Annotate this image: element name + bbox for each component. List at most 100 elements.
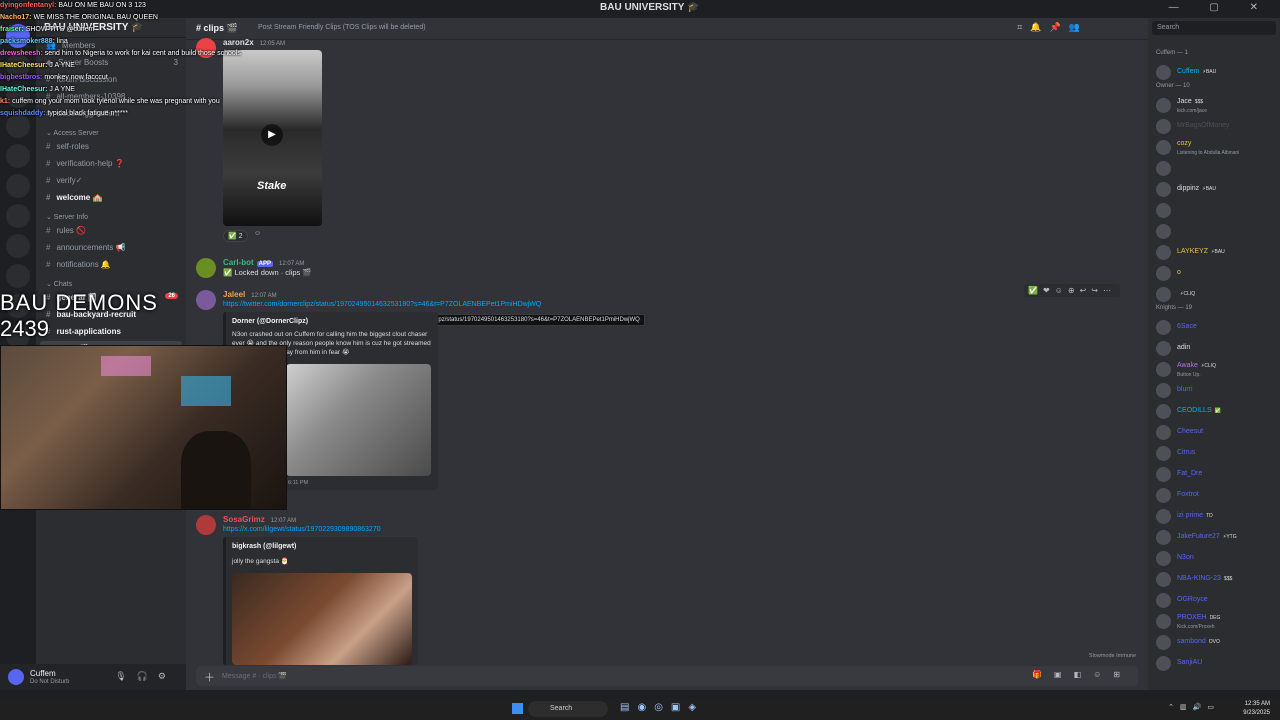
- channel-item[interactable]: # self-roles: [36, 139, 186, 156]
- member-item[interactable]: N3on: [1148, 548, 1280, 569]
- forward-icon[interactable]: ↪: [1091, 286, 1103, 295]
- member-item[interactable]: Cuffem ⚡BAU: [1148, 62, 1280, 83]
- author-name[interactable]: Jaleel: [223, 290, 245, 299]
- windows-start-icon[interactable]: [512, 703, 523, 714]
- chevron-up-icon[interactable]: ⌃: [1168, 704, 1180, 711]
- server-icon[interactable]: [6, 264, 30, 288]
- message-author[interactable]: Jaleel 12:07 AM: [223, 290, 277, 299]
- home-server-icon[interactable]: [6, 24, 30, 48]
- server-boosts-link[interactable]: ◆ Server Boosts 3: [36, 55, 186, 72]
- channel-category[interactable]: ⌄ Access Server: [36, 123, 186, 139]
- author-name[interactable]: Carl-bot: [223, 258, 254, 267]
- channel-item[interactable]: # verification-help ❓: [36, 156, 186, 173]
- channel-item[interactable]: # verify✓: [36, 173, 186, 190]
- check-icon[interactable]: ✅: [1028, 286, 1043, 295]
- message-input[interactable]: [222, 669, 922, 683]
- server-icon[interactable]: [6, 234, 30, 258]
- members-link[interactable]: 👥 Members: [36, 38, 186, 55]
- member-item[interactable]: CEODILLS ✅: [1148, 401, 1280, 422]
- play-icon[interactable]: ▶: [261, 124, 283, 146]
- avatar[interactable]: [196, 38, 216, 58]
- clock[interactable]: 12:35 AM 9/23/2025: [1243, 700, 1270, 718]
- member-item[interactable]: sambond OVO: [1148, 632, 1280, 653]
- maximize-button[interactable]: ▢: [1209, 2, 1232, 13]
- member-item[interactable]: dippinz ⚡BAU: [1148, 179, 1280, 200]
- reaction[interactable]: ✅ 2: [223, 230, 248, 242]
- member-item[interactable]: Cheesut: [1148, 422, 1280, 443]
- channel-item[interactable]: # discord.gg/cuffem: [36, 106, 186, 123]
- channel-item[interactable]: # announcements 📢: [36, 240, 186, 257]
- apps-icon[interactable]: ⊞: [1113, 670, 1132, 679]
- avatar[interactable]: [196, 258, 216, 278]
- member-item[interactable]: [1148, 200, 1280, 221]
- more-icon[interactable]: ⋯: [1103, 286, 1116, 295]
- bell-icon[interactable]: 🔔: [1030, 22, 1049, 32]
- member-item[interactable]: ⚡CLIQ: [1148, 284, 1280, 305]
- server-icon[interactable]: [6, 114, 30, 138]
- headphones-icon[interactable]: 🎧: [137, 671, 158, 681]
- avatar[interactable]: [196, 515, 216, 535]
- window-controls[interactable]: — ▢ ✕: [1169, 2, 1272, 13]
- network-icon[interactable]: ▥: [1180, 704, 1193, 711]
- server-icon[interactable]: [6, 54, 30, 78]
- minimize-button[interactable]: —: [1169, 2, 1193, 13]
- steam-icon[interactable]: ◎: [654, 702, 671, 713]
- server-icon[interactable]: [6, 144, 30, 168]
- member-item[interactable]: o: [1148, 263, 1280, 284]
- author-name[interactable]: aaron2x: [223, 38, 254, 47]
- member-item[interactable]: 6Sace: [1148, 317, 1280, 338]
- search-input[interactable]: Search: [1152, 21, 1276, 35]
- member-item[interactable]: Citrus: [1148, 443, 1280, 464]
- member-item[interactable]: OGRoyce: [1148, 590, 1280, 611]
- channel-item[interactable]: # welcome 🏫: [36, 190, 186, 207]
- reply-icon[interactable]: ↩: [1080, 286, 1092, 295]
- react-icon[interactable]: ⊕: [1068, 286, 1080, 295]
- plus-icon[interactable]: ＋: [204, 669, 215, 685]
- member-item[interactable]: cozy Listening to Abdulla Albinani: [1148, 137, 1280, 158]
- channel-category[interactable]: ⌄ Server Info: [36, 207, 186, 223]
- gif-icon[interactable]: ▣: [1054, 670, 1074, 679]
- mic-icon[interactable]: 🎙: [115, 671, 136, 681]
- pin-icon[interactable]: 📌: [1050, 22, 1069, 32]
- browser-icon[interactable]: ◉: [637, 702, 654, 713]
- author-name[interactable]: SosaGrimz: [223, 515, 265, 524]
- member-item[interactable]: Jace $$$ kick.com/jace: [1148, 95, 1280, 116]
- emoji-icon[interactable]: ☺: [1093, 670, 1113, 679]
- member-item[interactable]: Fat_Dre: [1148, 464, 1280, 485]
- discord-icon[interactable]: ◈: [688, 702, 704, 713]
- avatar[interactable]: [8, 669, 24, 685]
- folder-icon[interactable]: ▤: [620, 702, 637, 713]
- channel-item[interactable]: # rules 🚫: [36, 223, 186, 240]
- app-icon[interactable]: ▣: [671, 702, 688, 713]
- message-author[interactable]: aaron2x 12:05 AM: [223, 38, 285, 47]
- member-item[interactable]: MrBagsOfMoney: [1148, 116, 1280, 137]
- member-item[interactable]: NBA-KING-23 $$$: [1148, 569, 1280, 590]
- threads-icon[interactable]: ⌗: [1017, 22, 1030, 32]
- member-item[interactable]: PROXEH DEG Kick.com/Proxeh: [1148, 611, 1280, 632]
- video-thumbnail[interactable]: ▶ Stake: [223, 50, 322, 226]
- member-item[interactable]: LAYKEYZ ⚡BAU: [1148, 242, 1280, 263]
- server-icon[interactable]: [6, 174, 30, 198]
- server-icon[interactable]: [6, 204, 30, 228]
- server-icon[interactable]: [6, 84, 30, 108]
- member-item[interactable]: blurri: [1148, 380, 1280, 401]
- member-item[interactable]: JakeFuture27 ⚡YTG: [1148, 527, 1280, 548]
- heart-icon[interactable]: ❤: [1043, 286, 1055, 295]
- embed-image[interactable]: [232, 573, 412, 665]
- emoji-icon[interactable]: ☺: [1055, 286, 1068, 295]
- message-author[interactable]: SosaGrimz 12:07 AM: [223, 515, 296, 524]
- close-button[interactable]: ✕: [1250, 2, 1272, 13]
- channel-category[interactable]: ⌄ Chats: [36, 274, 186, 290]
- add-reaction-icon[interactable]: ☺: [254, 230, 261, 237]
- embed-author[interactable]: Dorner (@DornerClipz): [232, 318, 308, 325]
- channel-item[interactable]: # forum-discussion: [36, 72, 186, 89]
- battery-icon[interactable]: ▭: [1207, 704, 1220, 711]
- embed-image[interactable]: [286, 364, 431, 476]
- embed-author[interactable]: bigkrash (@lilgewt): [232, 543, 296, 550]
- message-link[interactable]: https://x.com/lilgewt/status/19702293098…: [223, 526, 381, 533]
- member-item[interactable]: [1148, 158, 1280, 179]
- taskbar-search[interactable]: Search: [528, 701, 608, 717]
- channel-item[interactable]: # notifications 🔔: [36, 257, 186, 274]
- member-item[interactable]: adin: [1148, 338, 1280, 359]
- member-item[interactable]: Awake ⚡CLIQ Button Up.: [1148, 359, 1280, 380]
